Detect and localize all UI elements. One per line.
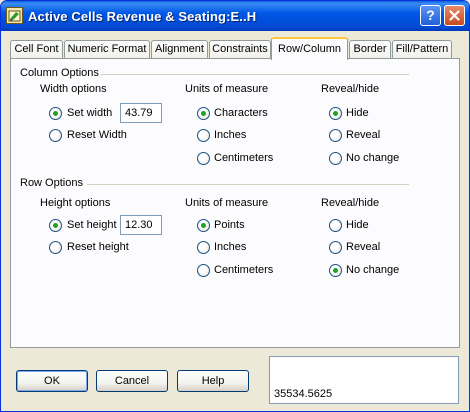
- row-units-centimeters-radio[interactable]: [197, 264, 210, 277]
- row-units-label: Units of measure: [185, 197, 269, 209]
- set-height-radio[interactable]: [49, 219, 62, 232]
- row-units-centimeters-label[interactable]: Centimeters: [214, 264, 273, 276]
- window-title: Active Cells Revenue & Seating:E..H: [28, 9, 257, 24]
- column-hide-label[interactable]: Hide: [346, 107, 369, 119]
- column-reveal-label: Reveal/hide: [321, 83, 380, 95]
- column-units-inches-radio[interactable]: [197, 129, 210, 142]
- column-units-centimeters-label[interactable]: Centimeters: [214, 152, 273, 164]
- column-options-heading: Column Options: [20, 67, 99, 79]
- reset-height-radio[interactable]: [49, 241, 62, 254]
- column-options-divider: [101, 74, 409, 75]
- row-hide-radio[interactable]: [329, 219, 342, 232]
- tab-border[interactable]: Border: [349, 40, 391, 59]
- value-display-box: 35534.5625: [269, 356, 459, 404]
- set-width-radio[interactable]: [49, 107, 62, 120]
- dialog-window: Active Cells Revenue & Seating:E..H ? Ce…: [0, 0, 470, 412]
- column-units-characters-radio[interactable]: [197, 107, 210, 120]
- column-no-change-label[interactable]: No change: [346, 152, 399, 164]
- reset-height-label[interactable]: Reset height: [67, 241, 129, 253]
- column-no-change-radio[interactable]: [329, 152, 342, 165]
- height-input[interactable]: 12.30: [120, 215, 162, 235]
- reset-width-label[interactable]: Reset Width: [67, 129, 127, 141]
- cancel-button[interactable]: Cancel: [96, 370, 168, 392]
- row-units-points-radio[interactable]: [197, 219, 210, 232]
- close-button[interactable]: [444, 5, 465, 26]
- tab-alignment[interactable]: Alignment: [151, 40, 208, 59]
- column-units-characters-label[interactable]: Characters: [214, 107, 268, 119]
- column-reveal-radio[interactable]: [329, 129, 342, 142]
- set-height-label[interactable]: Set height: [67, 219, 117, 231]
- row-hide-label[interactable]: Hide: [346, 219, 369, 231]
- tab-constraints[interactable]: Constraints: [209, 40, 271, 59]
- row-no-change-radio[interactable]: [329, 264, 342, 277]
- column-hide-radio[interactable]: [329, 107, 342, 120]
- row-reveal-option-label[interactable]: Reveal: [346, 241, 380, 253]
- column-units-inches-label[interactable]: Inches: [214, 129, 246, 141]
- column-reveal-option-label[interactable]: Reveal: [346, 129, 380, 141]
- set-width-label[interactable]: Set width: [67, 107, 112, 119]
- width-input[interactable]: 43.79: [120, 103, 162, 123]
- height-options-label: Height options: [40, 197, 111, 209]
- row-reveal-radio[interactable]: [329, 241, 342, 254]
- help-title-button[interactable]: ?: [420, 5, 441, 26]
- row-units-inches-radio[interactable]: [197, 241, 210, 254]
- tab-fill-pattern[interactable]: Fill/Pattern: [392, 40, 452, 59]
- reset-width-radio[interactable]: [49, 129, 62, 142]
- row-units-points-label[interactable]: Points: [214, 219, 245, 231]
- tab-cell-font[interactable]: Cell Font: [10, 40, 63, 59]
- row-no-change-label[interactable]: No change: [346, 264, 399, 276]
- row-column-panel: Column Options Width options Set width 4…: [10, 58, 460, 348]
- app-icon: [6, 7, 23, 24]
- row-options-divider: [87, 184, 409, 185]
- column-units-label: Units of measure: [185, 83, 269, 95]
- width-options-label: Width options: [40, 83, 107, 95]
- help-icon: ?: [426, 7, 435, 23]
- title-bar[interactable]: Active Cells Revenue & Seating:E..H ?: [1, 1, 469, 31]
- tab-numeric-format[interactable]: Numeric Format: [64, 40, 150, 59]
- value-display-text: 35534.5625: [274, 388, 333, 400]
- row-options-heading: Row Options: [20, 177, 83, 189]
- help-button[interactable]: Help: [177, 370, 249, 392]
- tab-row-column[interactable]: Row/Column: [271, 37, 348, 60]
- row-reveal-label: Reveal/hide: [321, 197, 380, 209]
- row-units-inches-label[interactable]: Inches: [214, 241, 246, 253]
- column-units-centimeters-radio[interactable]: [197, 152, 210, 165]
- close-icon: [449, 10, 460, 21]
- ok-button[interactable]: OK: [16, 370, 88, 392]
